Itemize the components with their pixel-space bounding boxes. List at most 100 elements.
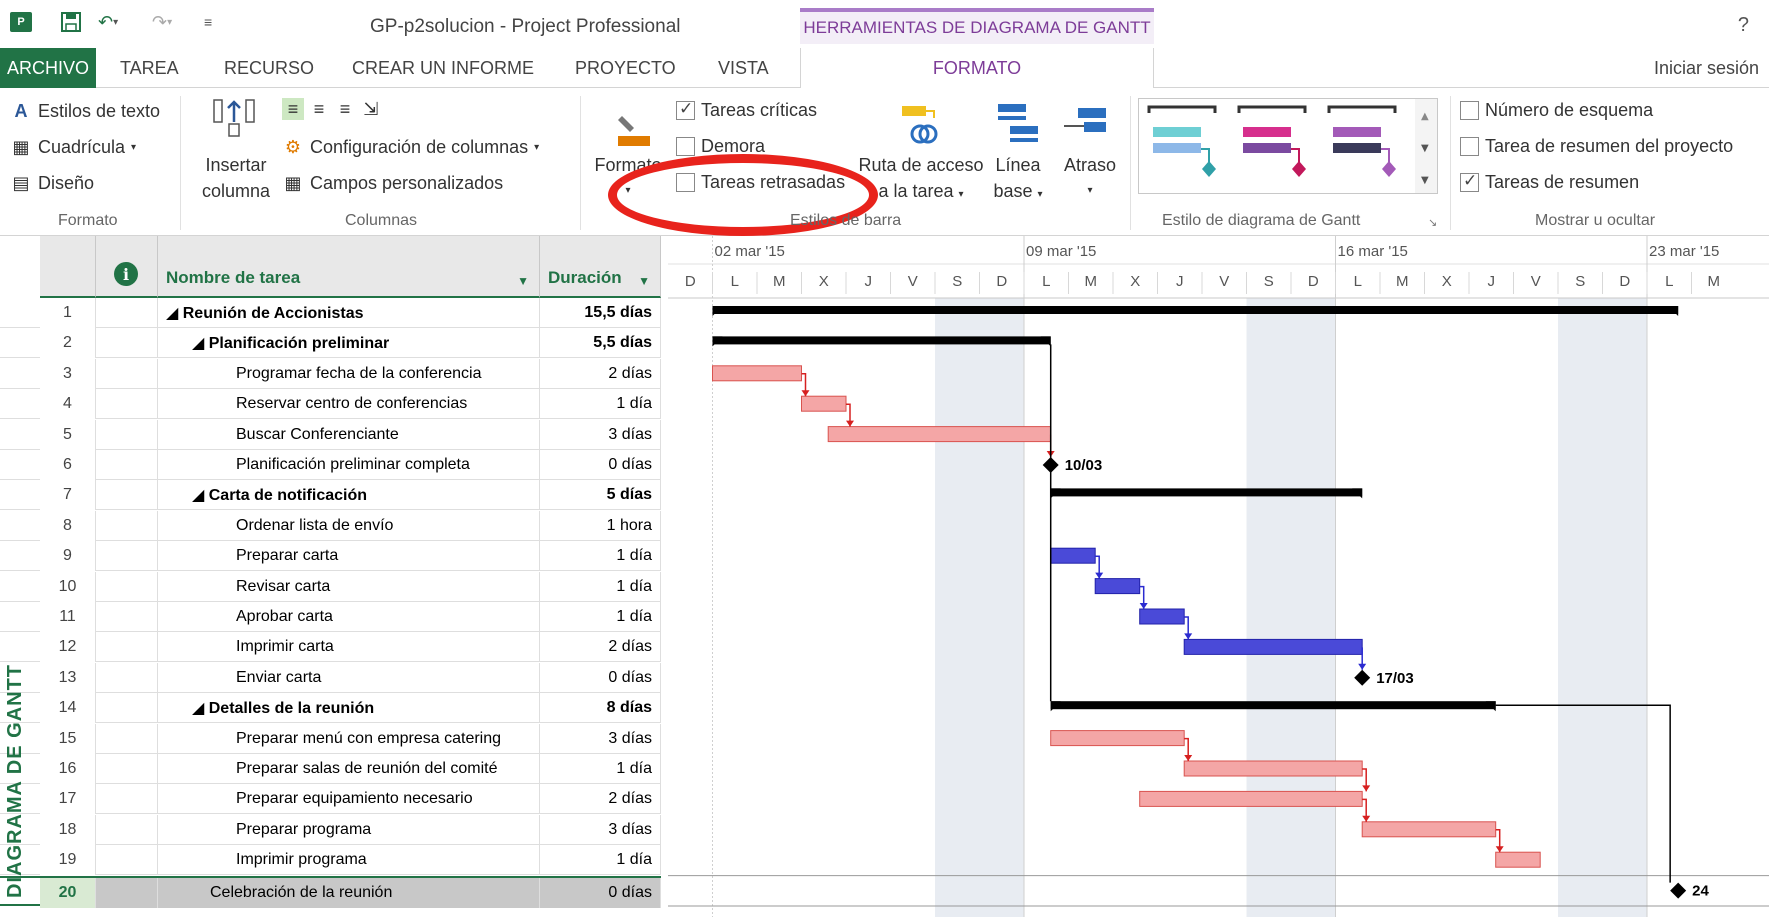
row-id[interactable]: 16 <box>40 754 96 784</box>
save-icon[interactable] <box>60 10 82 34</box>
duration-cell[interactable]: 1 hora <box>540 510 661 541</box>
critical-task-bar[interactable] <box>1495 851 1541 868</box>
project-summary-checkbox[interactable]: Tarea de resumen del proyecto <box>1460 136 1733 157</box>
summary-bar[interactable] <box>712 306 1679 314</box>
task-name-cell[interactable]: Buscar Conferenciante <box>158 419 540 450</box>
duration-cell[interactable]: 1 día <box>540 845 661 876</box>
tab-resource[interactable]: RECURSO <box>224 48 314 88</box>
milestone-diamond[interactable] <box>1354 669 1371 686</box>
tab-report[interactable]: CREAR UN INFORME <box>352 48 534 88</box>
table-row[interactable]: 10 Revisar carta 1 día <box>0 571 661 602</box>
row-id[interactable]: 17 <box>40 784 96 815</box>
slippage-icon[interactable] <box>1062 106 1108 147</box>
critical-task-bar[interactable] <box>1050 730 1185 747</box>
critical-task-bar[interactable] <box>801 395 847 412</box>
row-id[interactable]: 12 <box>40 632 96 663</box>
task-path-icon[interactable] <box>898 102 946 151</box>
table-row[interactable]: 8 Ordenar lista de envío 1 hora <box>0 510 661 541</box>
indicators-header[interactable]: i <box>96 236 158 298</box>
row-id[interactable]: 9 <box>40 541 96 572</box>
row-id[interactable]: 13 <box>40 662 96 693</box>
table-row[interactable]: 6 Planificación preliminar completa 0 días <box>0 450 661 480</box>
duration-cell[interactable]: 1 día <box>540 541 661 572</box>
task-name-filter-icon[interactable]: ▼ <box>517 274 529 288</box>
row-id[interactable]: 10 <box>40 571 96 602</box>
critical-task-bar[interactable] <box>827 426 1052 443</box>
align-left-icon[interactable]: ≡ <box>282 98 304 120</box>
row-id[interactable]: 15 <box>40 723 96 754</box>
task-name-cell[interactable]: Planificación preliminar completa <box>158 450 540 480</box>
task-name-cell[interactable]: Programar fecha de la conferencia <box>158 358 540 389</box>
row-id[interactable]: 14 <box>40 693 96 724</box>
duration-cell[interactable]: 0 días <box>540 662 661 693</box>
duration-cell[interactable]: 3 días <box>540 814 661 845</box>
dialog-launcher-icon[interactable]: ↘ <box>1428 216 1437 229</box>
slippage-button[interactable]: Atraso ▾ <box>1052 152 1128 204</box>
task-name-header[interactable]: Nombre de tarea ▼ <box>158 236 540 298</box>
row-id[interactable]: 5 <box>40 419 96 450</box>
task-name-cell[interactable]: Preparar carta <box>158 541 540 572</box>
row-id[interactable]: 3 <box>40 358 96 389</box>
task-bar[interactable] <box>1094 578 1141 595</box>
summary-bar[interactable] <box>1050 488 1363 497</box>
text-styles-button[interactable]: A Estilos de texto <box>10 100 161 122</box>
duration-cell[interactable]: 1 día <box>540 389 661 420</box>
task-name-cell[interactable]: Aprobar carta <box>158 602 540 632</box>
duration-cell[interactable]: 1 día <box>540 571 661 602</box>
duration-cell[interactable]: 1 día <box>540 754 661 784</box>
task-name-cell[interactable]: Preparar equipamiento necesario <box>158 784 540 815</box>
id-header[interactable] <box>40 236 96 298</box>
row-id[interactable]: 6 <box>40 450 96 480</box>
layout-button[interactable]: ▤ Diseño <box>10 172 94 194</box>
gantt-style-option-magenta[interactable] <box>1237 105 1307 177</box>
baseline-button[interactable]: Línea base ▾ <box>988 152 1048 208</box>
task-name-cell[interactable]: Celebración de la reunión <box>158 877 540 908</box>
custom-fields-button[interactable]: ▦ Campos personalizados <box>282 172 503 194</box>
tab-file[interactable]: ARCHIVO <box>0 48 96 88</box>
table-row[interactable]: 4 Reservar centro de conferencias 1 día <box>0 389 661 420</box>
align-center-icon[interactable]: ≡ <box>308 98 330 120</box>
duration-header[interactable]: Duración ▼ <box>540 236 661 298</box>
duration-cell[interactable]: 15,5 días <box>540 298 661 328</box>
duration-cell[interactable]: 5 días <box>540 480 661 511</box>
critical-task-bar[interactable] <box>1361 821 1497 838</box>
tab-project[interactable]: PROYECTO <box>575 48 676 88</box>
task-name-cell[interactable]: Preparar programa <box>158 814 540 845</box>
table-row[interactable]: 2 ◢ Planificación preliminar 5,5 días <box>0 328 661 359</box>
row-id[interactable]: 11 <box>40 602 96 632</box>
format-bar-icon[interactable] <box>612 110 656 155</box>
view-bar-label[interactable]: DIAGRAMA DE GANTT <box>4 664 27 898</box>
summary-bar[interactable] <box>1050 701 1496 710</box>
task-path-button[interactable]: Ruta de acceso a la tarea ▾ <box>856 152 986 208</box>
row-id[interactable]: 4 <box>40 389 96 420</box>
row-id[interactable]: 2 <box>40 328 96 359</box>
task-name-cell[interactable]: Preparar salas de reunión del comité <box>158 754 540 784</box>
table-row[interactable]: 18 Preparar programa 3 días <box>0 814 661 845</box>
tab-view[interactable]: VISTA <box>718 48 769 88</box>
wrap-text-icon[interactable]: ⇲ <box>360 98 382 120</box>
project-summary-check[interactable] <box>1460 137 1479 156</box>
duration-cell[interactable]: 5,5 días <box>540 328 661 359</box>
task-name-cell[interactable]: Imprimir carta <box>158 632 540 663</box>
tab-format[interactable]: FORMATO <box>800 48 1154 89</box>
table-row[interactable]: 16 Preparar salas de reunión del comité 1 … <box>0 754 661 784</box>
row-id[interactable]: 1 <box>40 298 96 328</box>
row-id[interactable]: 18 <box>40 814 96 845</box>
task-name-cell[interactable]: Ordenar lista de envío <box>158 510 540 541</box>
help-button[interactable]: ? <box>1738 14 1749 37</box>
table-row[interactable]: 7 ◢ Carta de notificación 5 días <box>0 480 661 511</box>
task-name-cell[interactable]: Revisar carta <box>158 571 540 602</box>
task-name-cell[interactable]: Preparar menú con empresa catering <box>158 723 540 754</box>
duration-cell[interactable]: 1 día <box>540 602 661 632</box>
duration-cell[interactable]: 0 días <box>540 450 661 480</box>
gantt-chart[interactable]: 02 mar '15 09 mar '15 16 mar '15 23 mar '15… <box>668 236 1769 917</box>
summary-tasks-check[interactable] <box>1460 171 1479 192</box>
critical-tasks-checkbox[interactable]: Tareas críticas <box>676 99 817 121</box>
table-row[interactable]: 3 Programar fecha de la conferencia 2 días <box>0 358 661 389</box>
quick-access-customize-icon[interactable]: ≡ <box>204 10 212 34</box>
milestone-diamond[interactable] <box>1670 882 1687 899</box>
task-bar[interactable] <box>1139 608 1185 625</box>
critical-task-bar[interactable] <box>1183 760 1363 777</box>
outline-number-check[interactable] <box>1460 101 1479 120</box>
project-app-icon[interactable]: P <box>10 12 32 32</box>
